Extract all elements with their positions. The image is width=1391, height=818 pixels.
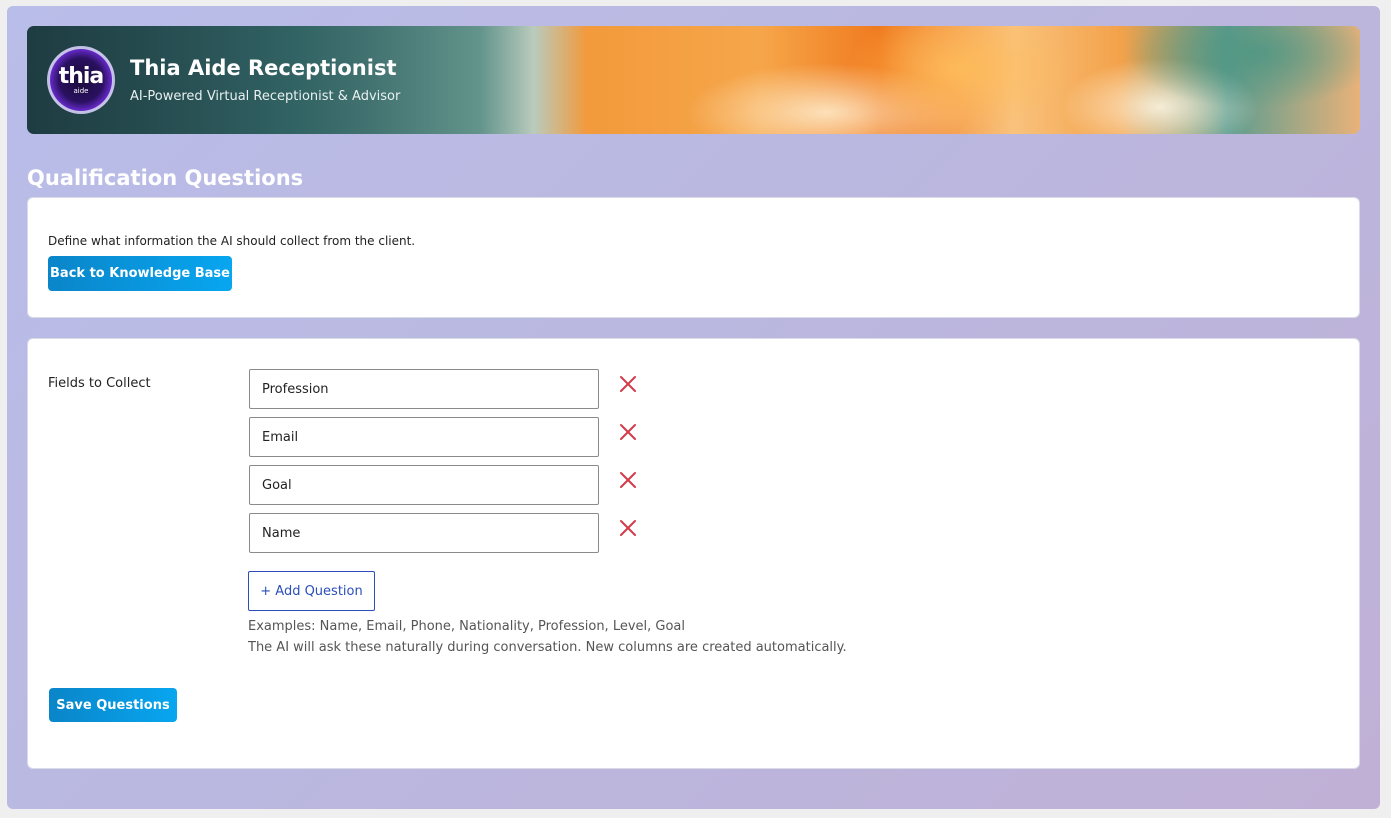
examples-hint: Examples: Name, Email, Phone, Nationalit… — [248, 619, 686, 634]
app-title: Thia Aide Receptionist — [130, 56, 397, 80]
page-title: Qualification Questions — [27, 166, 304, 190]
save-questions-button[interactable]: Save Questions — [49, 688, 177, 722]
field-row — [249, 513, 659, 553]
close-icon — [620, 424, 636, 440]
field-row — [249, 465, 659, 505]
remove-field-button[interactable] — [619, 471, 637, 489]
banner-overlay — [27, 26, 1360, 134]
field-input[interactable] — [249, 369, 599, 409]
app-frame: thia aide Thia Aide Receptionist AI-Powe… — [7, 6, 1380, 809]
remove-field-button[interactable] — [619, 423, 637, 441]
back-to-knowledge-base-button[interactable]: Back to Knowledge Base — [48, 256, 232, 291]
intro-card: Define what information the AI should co… — [27, 197, 1360, 318]
header-banner: thia aide Thia Aide Receptionist AI-Powe… — [27, 26, 1360, 134]
fields-label: Fields to Collect — [48, 376, 151, 391]
remove-field-button[interactable] — [619, 519, 637, 537]
behavior-hint: The AI will ask these naturally during c… — [248, 640, 847, 655]
logo: thia aide — [47, 46, 115, 114]
field-input[interactable] — [249, 465, 599, 505]
field-row — [249, 417, 659, 457]
fields-card: Fields to Collect Profession Email Goal … — [27, 338, 1360, 769]
close-icon — [620, 520, 636, 536]
field-input[interactable] — [249, 417, 599, 457]
remove-field-button[interactable] — [619, 375, 637, 393]
add-question-button[interactable]: + Add Question — [248, 571, 375, 611]
close-icon — [620, 472, 636, 488]
field-row — [249, 369, 659, 409]
logo-text: thia — [58, 63, 105, 89]
logo-subtext: aide — [73, 86, 89, 95]
close-icon — [620, 376, 636, 392]
intro-description: Define what information the AI should co… — [48, 234, 416, 248]
field-input[interactable] — [249, 513, 599, 553]
app-subtitle: AI-Powered Virtual Receptionist & Adviso… — [130, 89, 401, 104]
